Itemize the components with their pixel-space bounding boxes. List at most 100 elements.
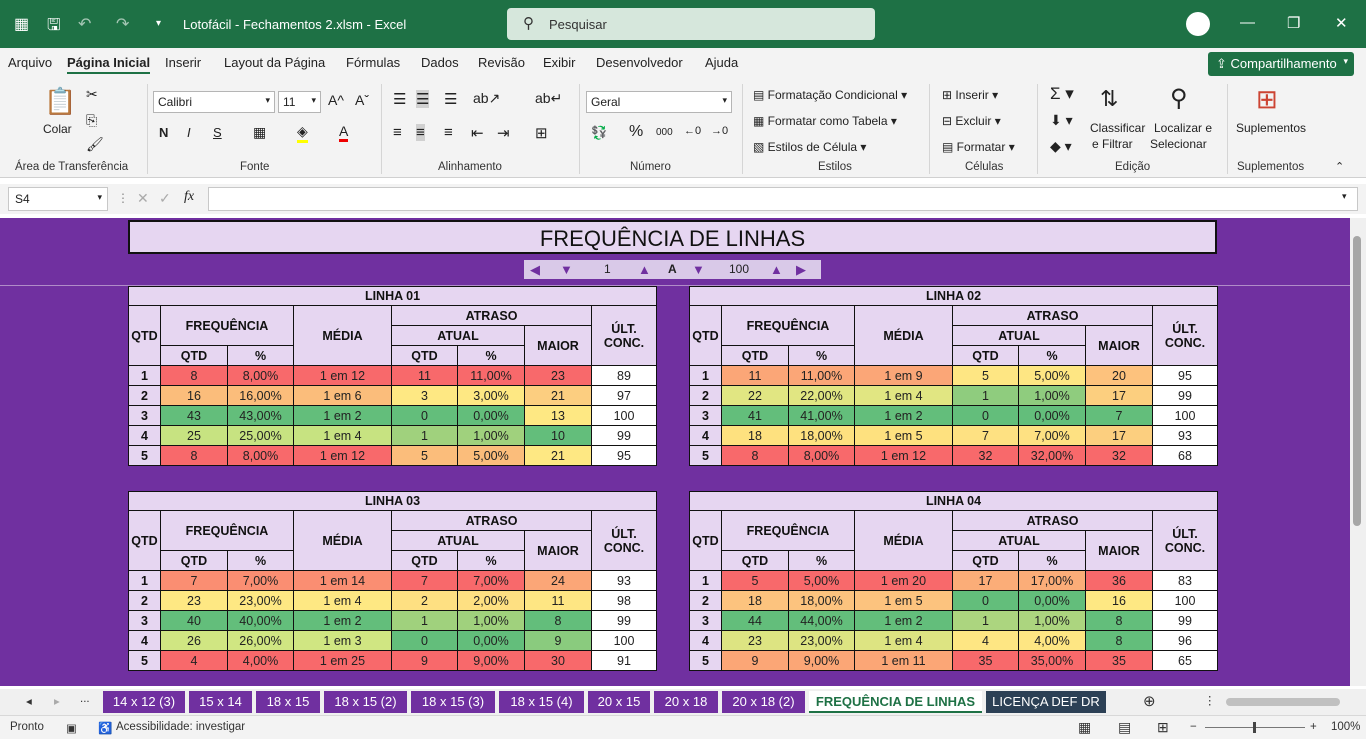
wrap-text-icon[interactable]: ab↵	[535, 90, 562, 107]
ult-conc-cell[interactable]: 68	[1152, 445, 1218, 466]
header-atual[interactable]: ATUAL	[952, 325, 1086, 346]
menu-revisao[interactable]: Revisão	[478, 55, 525, 70]
freq-qtd-cell[interactable]: 8	[160, 445, 228, 466]
header-atual-pct[interactable]: %	[1018, 550, 1086, 571]
media-cell[interactable]: 1 em 4	[293, 590, 392, 611]
ult-conc-cell[interactable]: 99	[1152, 385, 1218, 406]
clear-icon[interactable]: ◆ ▾	[1050, 138, 1072, 155]
atual-qtd-cell[interactable]: 17	[952, 570, 1019, 591]
header-frequencia[interactable]: FREQUÊNCIA	[160, 305, 294, 346]
redo-icon[interactable]: ↷	[116, 14, 129, 34]
ult-conc-cell[interactable]: 99	[1152, 610, 1218, 631]
freq-qtd-cell[interactable]: 43	[160, 405, 228, 426]
tab-frequencia-de-linhas[interactable]: FREQUÊNCIA DE LINHAS	[809, 691, 982, 713]
expand-formula-icon[interactable]: ▾	[1342, 191, 1347, 202]
accessibility-status[interactable]: Acessibilidade: investigar	[116, 721, 245, 733]
range-to[interactable]: 100	[729, 262, 749, 276]
orientation-icon[interactable]: ab↗	[473, 90, 500, 107]
freq-qtd-cell[interactable]: 9	[721, 650, 789, 671]
menu-exibir[interactable]: Exibir	[543, 55, 576, 70]
atual-qtd-cell[interactable]: 11	[391, 365, 458, 386]
row-number[interactable]: 1	[689, 365, 722, 386]
media-cell[interactable]: 1 em 20	[854, 570, 953, 591]
zoom-in-icon[interactable]: +	[1310, 721, 1317, 733]
header-ult-conc[interactable]: ÚLT. CONC.	[591, 305, 657, 366]
ult-conc-cell[interactable]: 100	[1152, 590, 1218, 611]
ult-conc-cell[interactable]: 100	[1152, 405, 1218, 426]
prev-arrow-icon[interactable]: ◀	[530, 262, 540, 278]
spin-up-icon[interactable]: ▲	[638, 262, 651, 277]
page-break-icon[interactable]: ⊞	[1157, 719, 1169, 736]
spin-up-icon[interactable]: ▲	[770, 262, 783, 277]
format-cells-button[interactable]: ▤ Formatar ▾	[942, 140, 1015, 154]
font-color-icon[interactable]: A	[339, 123, 349, 142]
insert-function-icon[interactable]: fx	[184, 189, 194, 205]
tab-20x15[interactable]: 20 x 15	[588, 691, 650, 713]
delete-cells-button[interactable]: ⊟ Excluir ▾	[942, 114, 1001, 128]
spin-down-icon[interactable]: ▼	[692, 262, 705, 277]
maior-cell[interactable]: 9	[524, 630, 592, 651]
maior-cell[interactable]: 11	[524, 590, 592, 611]
row-number[interactable]: 3	[128, 610, 161, 631]
addins-icon[interactable]: ⊞	[1256, 84, 1278, 115]
header-atual-qtd[interactable]: QTD	[391, 345, 458, 366]
media-cell[interactable]: 1 em 9	[854, 365, 953, 386]
freq-qtd-cell[interactable]: 16	[160, 385, 228, 406]
ult-conc-cell[interactable]: 100	[591, 405, 657, 426]
atual-qtd-cell[interactable]: 0	[391, 630, 458, 651]
cancel-icon[interactable]: ✕	[137, 190, 149, 207]
atual-pct-cell[interactable]: 4,00%	[1018, 630, 1086, 651]
row-number[interactable]: 1	[128, 365, 161, 386]
maior-cell[interactable]: 17	[1085, 385, 1153, 406]
atual-pct-cell[interactable]: 0,00%	[1018, 590, 1086, 611]
row-number[interactable]: 1	[128, 570, 161, 591]
add-sheet-icon[interactable]: ⊕	[1143, 692, 1156, 710]
next-sheet-icon[interactable]: ▸	[54, 694, 60, 708]
zoom-thumb[interactable]	[1253, 722, 1256, 733]
freq-pct-cell[interactable]: 26,00%	[227, 630, 294, 651]
maior-cell[interactable]: 21	[524, 445, 592, 466]
header-atual[interactable]: ATUAL	[391, 325, 525, 346]
media-cell[interactable]: 1 em 2	[854, 610, 953, 631]
freq-pct-cell[interactable]: 16,00%	[227, 385, 294, 406]
table-title[interactable]: LINHA 02	[689, 286, 1218, 306]
freq-pct-cell[interactable]: 8,00%	[227, 365, 294, 386]
freq-pct-cell[interactable]: 25,00%	[227, 425, 294, 446]
atual-pct-cell[interactable]: 5,00%	[457, 445, 525, 466]
align-center-icon[interactable]: ≡	[416, 124, 425, 141]
media-cell[interactable]: 1 em 5	[854, 425, 953, 446]
freq-pct-cell[interactable]: 43,00%	[227, 405, 294, 426]
media-cell[interactable]: 1 em 4	[854, 630, 953, 651]
ult-conc-cell[interactable]: 83	[1152, 570, 1218, 591]
align-top-icon[interactable]: ☰	[393, 90, 406, 108]
tab-18x15-4[interactable]: 18 x 15 (4)	[499, 691, 584, 713]
more-sheets[interactable]: ...	[80, 693, 90, 705]
cell-styles-button[interactable]: ▧ Estilos de Célula ▾	[753, 140, 866, 154]
media-cell[interactable]: 1 em 25	[293, 650, 392, 671]
header-qtd[interactable]: QTD	[128, 510, 161, 571]
header-maior[interactable]: MAIOR	[524, 325, 592, 366]
media-cell[interactable]: 1 em 12	[293, 365, 392, 386]
ult-conc-cell[interactable]: 98	[591, 590, 657, 611]
media-cell[interactable]: 1 em 11	[854, 650, 953, 671]
maior-cell[interactable]: 30	[524, 650, 592, 671]
header-freq-qtd[interactable]: QTD	[160, 345, 228, 366]
freq-qtd-cell[interactable]: 22	[721, 385, 789, 406]
shrink-font-icon[interactable]: Aˇ	[355, 92, 369, 108]
header-media[interactable]: MÉDIA	[293, 305, 392, 366]
row-number[interactable]: 3	[128, 405, 161, 426]
ult-conc-cell[interactable]: 91	[591, 650, 657, 671]
grow-font-icon[interactable]: A^	[328, 92, 344, 108]
freq-pct-cell[interactable]: 18,00%	[788, 425, 855, 446]
atual-qtd-cell[interactable]: 0	[391, 405, 458, 426]
atual-pct-cell[interactable]: 0,00%	[457, 405, 525, 426]
tab-14x12-3[interactable]: 14 x 12 (3)	[103, 691, 185, 713]
media-cell[interactable]: 1 em 12	[293, 445, 392, 466]
spin-down-icon[interactable]: ▼	[560, 262, 573, 277]
freq-pct-cell[interactable]: 23,00%	[788, 630, 855, 651]
freq-qtd-cell[interactable]: 18	[721, 590, 789, 611]
prev-sheet-icon[interactable]: ◂	[26, 694, 32, 708]
macro-icon[interactable]: ▣	[66, 721, 77, 735]
tab-15x14[interactable]: 15 x 14	[189, 691, 252, 713]
tab-18x15-3[interactable]: 18 x 15 (3)	[411, 691, 495, 713]
